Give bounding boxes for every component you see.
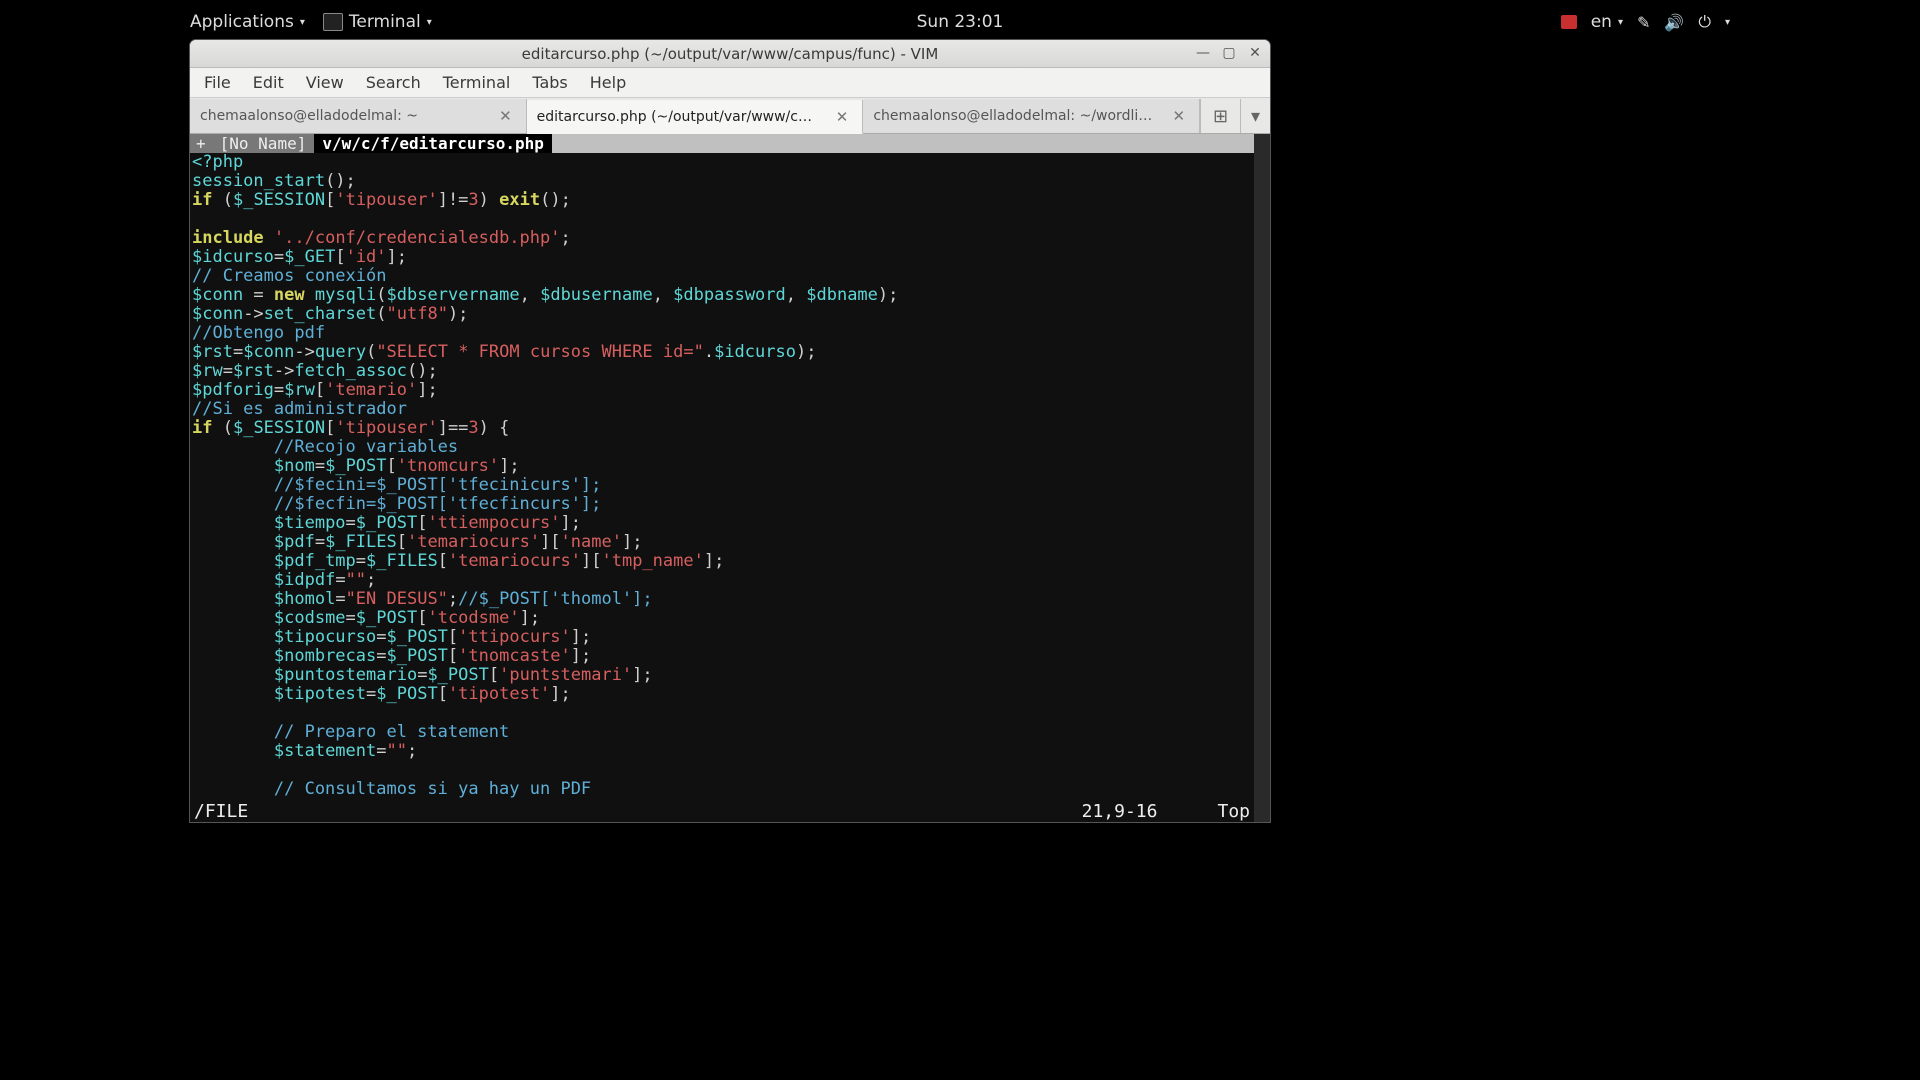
tab-label: chemaalonso@elladodelmal: ~	[200, 108, 495, 124]
chevron-down-icon: ▾	[1618, 17, 1623, 28]
tab-label: chemaalonso@elladodelmal: ~/wordli…	[873, 108, 1168, 124]
menu-file[interactable]: File	[204, 73, 231, 92]
tab-label: editarcurso.php (~/output/var/www/c…	[537, 109, 832, 125]
chevron-down-icon[interactable]: ▾	[1725, 17, 1730, 28]
applications-label: Applications	[190, 12, 294, 32]
menu-edit[interactable]: Edit	[253, 73, 284, 92]
language-indicator[interactable]: en ▾	[1591, 12, 1623, 32]
language-label: en	[1591, 12, 1612, 32]
desktop-topbar: Applications ▾ Terminal ▾ Sun 23:01 en ▾…	[190, 8, 1730, 36]
vim-tab-noname[interactable]: [No Name]	[212, 134, 315, 153]
applications-menu[interactable]: Applications ▾	[190, 12, 305, 32]
close-icon[interactable]: ✕	[832, 108, 853, 126]
window-title: editarcurso.php (~/output/var/www/campus…	[522, 45, 939, 63]
tab-bar: chemaalonso@elladodelmal: ~ ✕ editarcurs…	[190, 98, 1270, 134]
chevron-down-icon: ▾	[427, 17, 432, 28]
vim-cursor-pos: 21,9-16	[1082, 802, 1158, 822]
tab-dropdown[interactable]: ▾	[1240, 99, 1270, 133]
menu-search[interactable]: Search	[366, 73, 421, 92]
minimize-button[interactable]: —	[1194, 44, 1212, 62]
recording-icon[interactable]	[1561, 15, 1577, 29]
tab-3[interactable]: chemaalonso@elladodelmal: ~/wordli… ✕	[863, 99, 1200, 133]
new-tab-button[interactable]: ⊞	[1200, 99, 1240, 133]
close-icon[interactable]: ✕	[495, 107, 516, 125]
tab-2[interactable]: editarcurso.php (~/output/var/www/c… ✕	[527, 100, 864, 134]
menu-view[interactable]: View	[306, 73, 344, 92]
terminal-window: editarcurso.php (~/output/var/www/campus…	[190, 40, 1270, 822]
vim-tab-modified[interactable]: +	[190, 134, 212, 153]
menu-tabs[interactable]: Tabs	[532, 73, 567, 92]
maximize-button[interactable]: ▢	[1220, 44, 1238, 62]
power-icon[interactable]: ⏻	[1698, 12, 1711, 32]
vim-scroll-pos: Top	[1217, 802, 1250, 822]
terminal-icon	[323, 13, 343, 31]
clock-label: Sun 23:01	[917, 12, 1004, 32]
menu-terminal[interactable]: Terminal	[443, 73, 511, 92]
vim-status-line: /FILE 21,9-16 Top	[190, 802, 1254, 822]
tool-icon[interactable]: ✎	[1637, 13, 1650, 32]
code-content: <?php session_start(); if ($_SESSION['ti…	[190, 153, 1270, 799]
tab-1[interactable]: chemaalonso@elladodelmal: ~ ✕	[190, 99, 527, 133]
vim-tabline: + [No Name] v/w/c/f/editarcurso.php X	[190, 134, 1270, 153]
volume-icon[interactable]: 🔊	[1664, 13, 1684, 32]
terminal-indicator[interactable]: Terminal ▾	[323, 12, 432, 32]
menubar: File Edit View Search Terminal Tabs Help	[190, 68, 1270, 98]
close-button[interactable]: ✕	[1246, 44, 1264, 62]
vim-tab-active[interactable]: v/w/c/f/editarcurso.php	[314, 134, 552, 153]
menu-help[interactable]: Help	[590, 73, 626, 92]
window-titlebar[interactable]: editarcurso.php (~/output/var/www/campus…	[190, 40, 1270, 68]
vim-search-text: /FILE	[194, 802, 1082, 822]
chevron-down-icon: ▾	[300, 17, 305, 28]
close-icon[interactable]: ✕	[1168, 107, 1189, 125]
terminal-label: Terminal	[349, 12, 421, 32]
scrollbar[interactable]	[1254, 134, 1270, 822]
editor-area[interactable]: + [No Name] v/w/c/f/editarcurso.php X <?…	[190, 134, 1270, 822]
